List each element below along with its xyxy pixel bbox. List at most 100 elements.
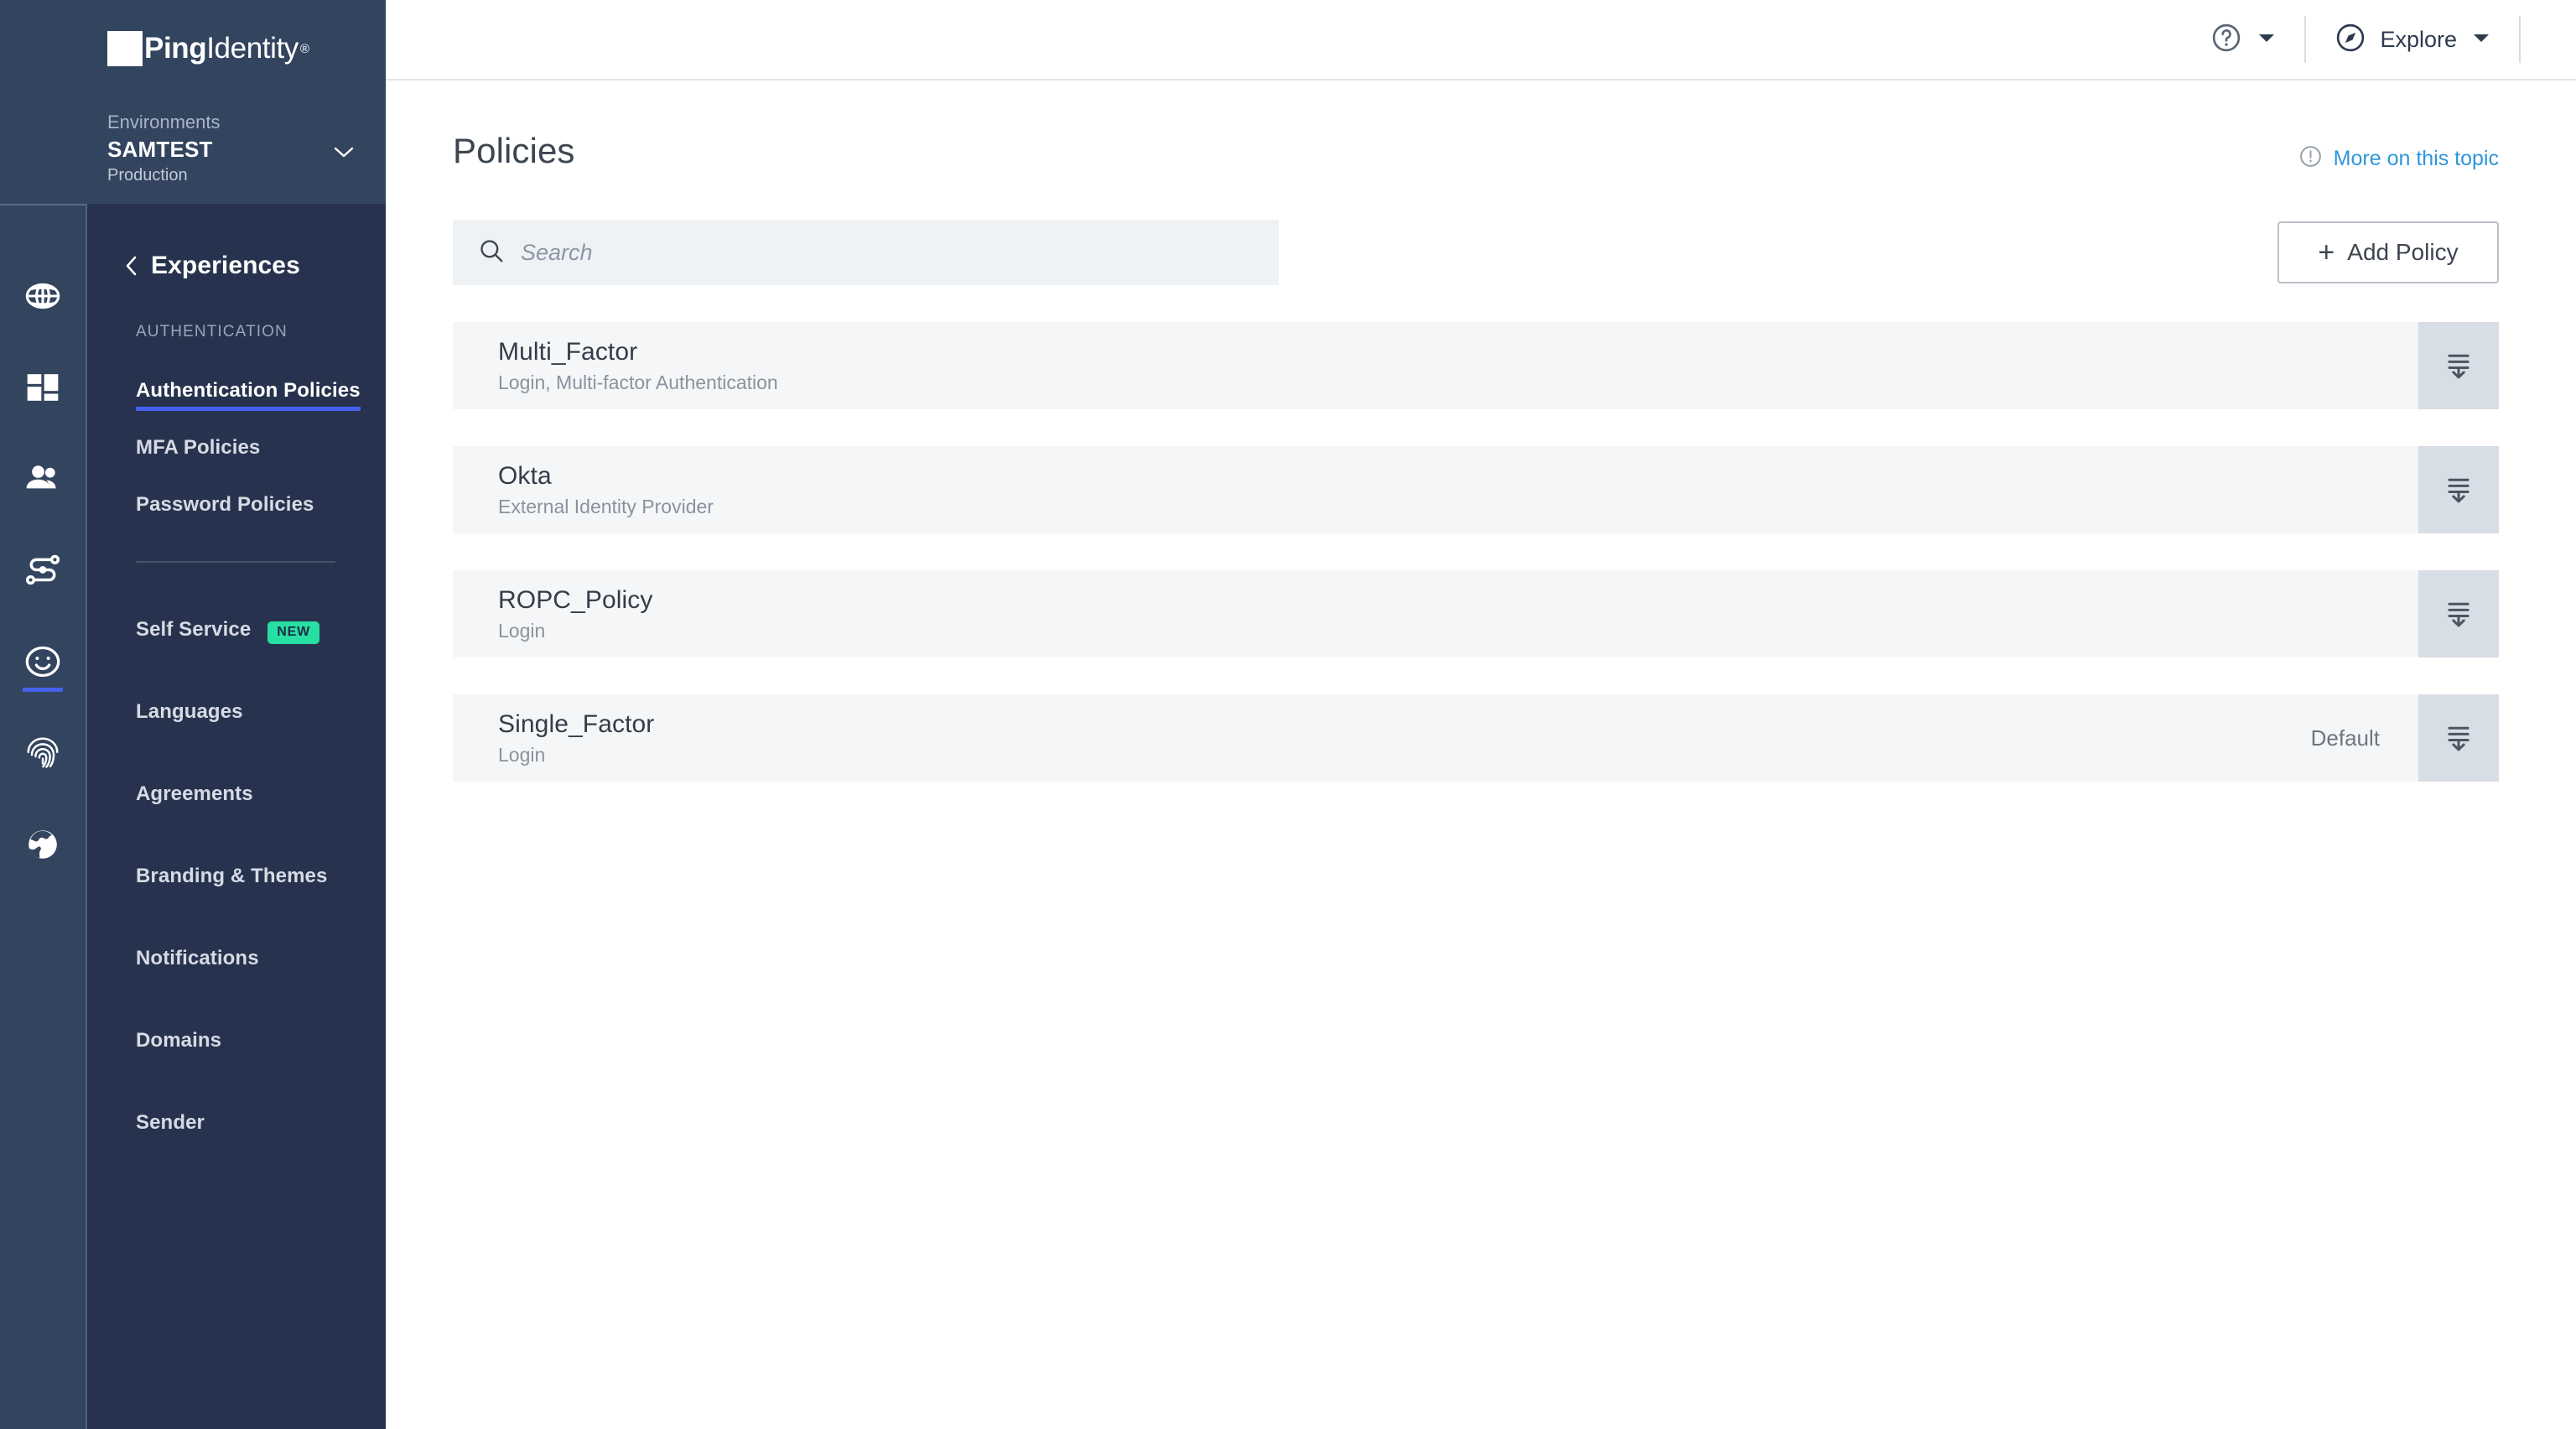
- globe-network-icon: [24, 278, 61, 314]
- connections-flow-icon: [24, 552, 61, 589]
- compass-icon: [2334, 22, 2366, 58]
- policy-description: External Identity Provider: [498, 496, 714, 517]
- brand-header: PingIdentity ® Environments SAMTEST Produ…: [86, 0, 386, 204]
- add-policy-button[interactable]: + Add Policy: [2277, 221, 2499, 283]
- policy-description: Login: [498, 620, 546, 642]
- policy-info: Okta External Identity Provider: [453, 460, 2418, 519]
- sidebar-item-label: Self Service: [136, 618, 252, 641]
- rail-logo-spacer: [0, 0, 86, 204]
- sidebar-item-mfa-policies[interactable]: MFA Policies: [86, 422, 386, 479]
- secondary-nav-panel: PingIdentity ® Environments SAMTEST Produ…: [86, 0, 386, 1429]
- subnav-divider: [136, 561, 335, 563]
- logo-registered-mark: ®: [299, 42, 309, 56]
- sidebar-item-password-policies[interactable]: Password Policies: [86, 479, 386, 536]
- sidebar-item-sender[interactable]: Sender: [86, 1084, 386, 1167]
- sidebar-item-dashboard[interactable]: [0, 341, 86, 433]
- policy-list: Multi_Factor Login, Multi-factor Authent…: [453, 322, 2499, 782]
- help-menu-button[interactable]: [2182, 0, 2304, 80]
- dashboard-grid-icon: [26, 371, 60, 404]
- table-row[interactable]: Single_Factor Login Default: [453, 694, 2499, 782]
- search-input[interactable]: [521, 239, 1208, 266]
- policy-name: ROPC_Policy: [498, 586, 653, 614]
- top-bar: Explore: [386, 0, 2576, 81]
- main-area: Explore Policies More on this topic Sear…: [386, 0, 2576, 1429]
- app-root: PingIdentity ® Environments SAMTEST Produ…: [0, 0, 2576, 1429]
- sidebar-item-authentication[interactable]: [0, 707, 86, 798]
- sidebar-item-label: Password Policies: [136, 493, 314, 516]
- rail-icon-list: [0, 250, 86, 890]
- logo[interactable]: PingIdentity ®: [107, 30, 361, 67]
- policy-name: Okta: [498, 462, 552, 490]
- policy-description: Login: [498, 744, 546, 766]
- top-bar-end-spacer: [2521, 0, 2576, 80]
- sidebar-item-notifications[interactable]: Notifications: [86, 920, 386, 1002]
- explore-menu-button[interactable]: Explore: [2306, 0, 2519, 80]
- sidebar-item-agreements[interactable]: Agreements: [86, 756, 386, 838]
- page-title: Policies: [453, 131, 575, 170]
- subnav-body: Experiences AUTHENTICATION Authenticatio…: [86, 204, 386, 1167]
- logo-ping: Ping: [144, 32, 207, 65]
- logo-wordmark: PingIdentity ®: [144, 32, 309, 65]
- reorder-handle[interactable]: [2418, 694, 2499, 782]
- toolbar: + Add Policy: [453, 220, 2499, 285]
- sidebar-item-label: Languages: [136, 700, 243, 723]
- logo-square-icon: [107, 31, 143, 66]
- policy-info: Single_Factor Login: [453, 709, 2311, 767]
- table-row[interactable]: Multi_Factor Login, Multi-factor Authent…: [453, 322, 2499, 409]
- sidebar-item-self-service[interactable]: Self Service NEW: [86, 591, 386, 673]
- sidebar-item-experiences[interactable]: [0, 616, 86, 707]
- sidebar-item-overview[interactable]: [0, 250, 86, 341]
- sidebar-item-connections[interactable]: [0, 524, 86, 616]
- table-row[interactable]: ROPC_Policy Login: [453, 570, 2499, 657]
- subnav-secondary-list: Self Service NEW Languages Agreements Br…: [86, 591, 386, 1167]
- policy-info: ROPC_Policy Login: [453, 585, 2418, 643]
- subnav-title: Experiences: [151, 252, 300, 279]
- table-row[interactable]: Okta External Identity Provider: [453, 446, 2499, 533]
- sidebar-item-authentication-policies[interactable]: Authentication Policies: [86, 365, 386, 422]
- reorder-handle[interactable]: [2418, 570, 2499, 657]
- sidebar-item-label: Branding & Themes: [136, 865, 328, 887]
- plus-icon: +: [2318, 236, 2335, 268]
- chevron-down-icon: [2257, 32, 2276, 48]
- sidebar-item-label: Authentication Policies: [136, 379, 361, 411]
- users-icon: [24, 460, 61, 497]
- sidebar-item-label: Agreements: [136, 782, 253, 805]
- page-header: Policies More on this topic: [453, 131, 2499, 183]
- sidebar-item-integrations[interactable]: [0, 798, 86, 890]
- info-exclamation-icon: [2298, 144, 2323, 173]
- sidebar-item-domains[interactable]: Domains: [86, 1002, 386, 1084]
- policy-name: Multi_Factor: [498, 338, 638, 366]
- sidebar-item-branding-themes[interactable]: Branding & Themes: [86, 838, 386, 920]
- page-content: Policies More on this topic Search + Add…: [386, 81, 2576, 782]
- reorder-handle[interactable]: [2418, 446, 2499, 533]
- sidebar-item-label: MFA Policies: [136, 436, 261, 459]
- back-to-experiences[interactable]: Experiences: [86, 247, 386, 284]
- more-on-this-topic-link[interactable]: More on this topic: [2298, 144, 2499, 173]
- rail-divider: [0, 204, 86, 205]
- search-field[interactable]: [453, 220, 1279, 285]
- policy-default-label: Default: [2310, 725, 2380, 751]
- reorder-handle[interactable]: [2418, 322, 2499, 409]
- sidebar-item-label: Sender: [136, 1111, 205, 1134]
- chevron-down-icon: [332, 144, 356, 164]
- policy-name: Single_Factor: [498, 710, 655, 738]
- policy-description: Login, Multi-factor Authentication: [498, 372, 778, 393]
- environments-label: Environments: [107, 112, 221, 133]
- sidebar-item-identities[interactable]: [0, 433, 86, 524]
- sidebar-item-label: Notifications: [136, 947, 259, 969]
- new-badge: NEW: [267, 621, 320, 644]
- add-policy-label: Add Policy: [2347, 239, 2459, 265]
- environment-name: SAMTEST: [107, 137, 213, 162]
- subnav-section-label: AUTHENTICATION: [136, 323, 288, 340]
- help-circle-icon: [2210, 22, 2242, 58]
- sidebar-item-languages[interactable]: Languages: [86, 673, 386, 756]
- world-globe-icon: [25, 827, 60, 862]
- logo-identity: Identity: [206, 32, 299, 65]
- environment-switcher[interactable]: Environments SAMTEST Production: [107, 111, 361, 186]
- search-icon: [478, 237, 505, 268]
- chevron-down-icon: [2472, 32, 2490, 48]
- fingerprint-icon: [24, 735, 61, 772]
- icon-rail: [0, 0, 86, 1429]
- environment-type: Production: [107, 166, 188, 184]
- experience-smiley-icon: [24, 643, 61, 680]
